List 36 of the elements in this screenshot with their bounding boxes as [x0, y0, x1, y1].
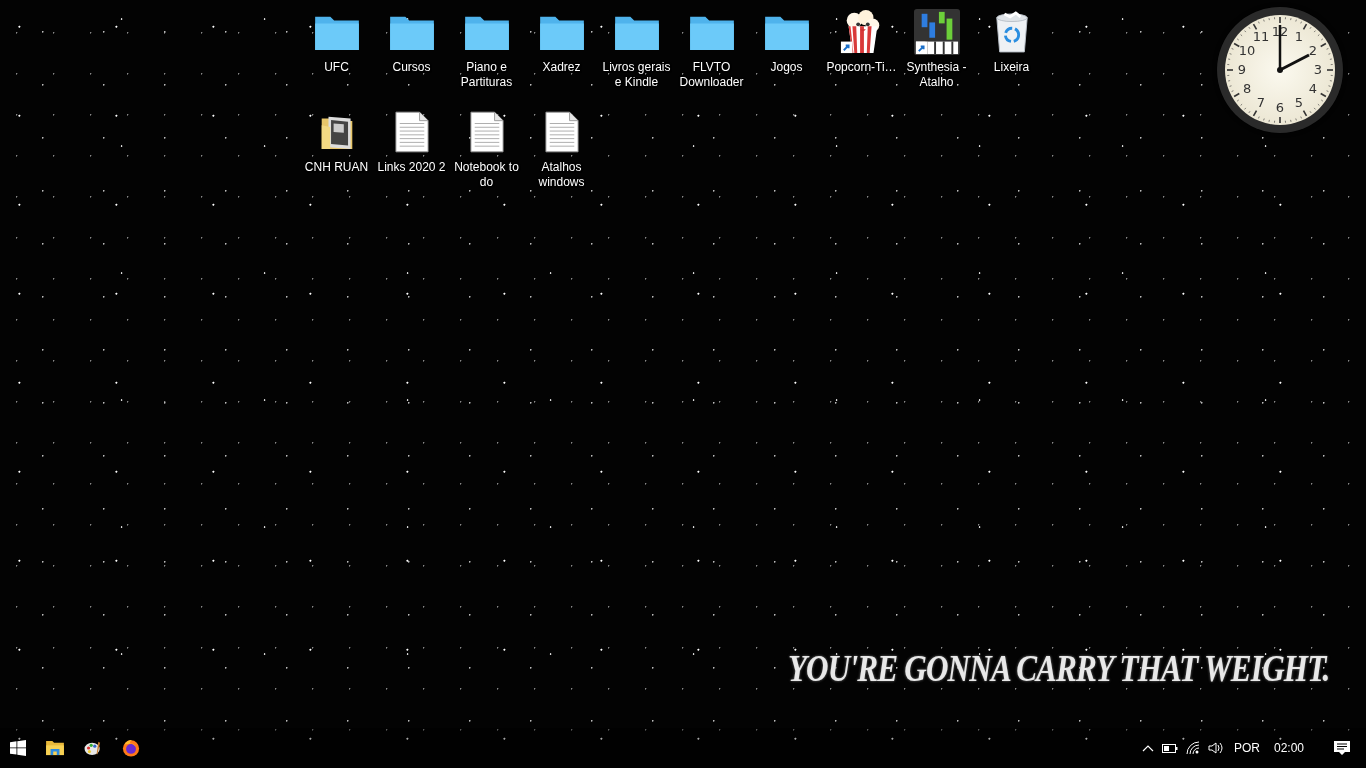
desktop-icon[interactable]: Popcorn-Ti… [824, 6, 899, 106]
wallpaper-caption: YOU'RE GONNA CARRY THAT WEIGHT. [788, 646, 1330, 690]
folder-icon [46, 740, 64, 756]
desktop-icon[interactable]: Xadrez [524, 6, 599, 106]
palette-icon [84, 740, 102, 756]
clock-numeral: 10 [1238, 44, 1256, 58]
desktop-icon[interactable]: Notebook to do [449, 106, 524, 206]
taskbar-clock[interactable]: 02:00 [1265, 728, 1318, 768]
desktop-icon[interactable]: Piano e Partituras [449, 6, 524, 106]
desktop-icon[interactable]: Lixeira [974, 6, 1049, 106]
desktop-icon[interactable]: Livros gerais e Kindle [599, 6, 674, 106]
clock-numeral: 11 [1252, 30, 1270, 45]
desktop-icon[interactable]: Cursos [374, 6, 449, 106]
input-language-button[interactable]: POR [1227, 728, 1266, 768]
clock-numeral: 3 [1313, 63, 1323, 77]
clock-numeral: 8 [1242, 82, 1252, 96]
windows-logo-icon [10, 740, 26, 756]
desktop-icon[interactable]: Synthesia - Atalho [899, 6, 974, 106]
desktop-icon[interactable]: FLVTO Downloader [674, 6, 749, 106]
desktop-icon[interactable]: Links 2020 2 [374, 106, 449, 206]
clock-numeral: 7 [1256, 95, 1266, 110]
firefox-icon [122, 739, 140, 757]
desktop-icon[interactable]: UFC [299, 6, 374, 106]
clock-numeral: 2 [1308, 44, 1318, 58]
text-document-icon [469, 111, 504, 153]
piano-shortcut-icon [913, 9, 960, 55]
clock-numeral: 1 [1294, 30, 1304, 45]
text-document-icon [544, 111, 579, 153]
clock-numeral: 5 [1294, 95, 1304, 110]
clock-numeral: 9 [1237, 63, 1247, 77]
clock-numeral: 6 [1275, 101, 1285, 115]
text-document-icon [394, 111, 429, 153]
desktop-icon[interactable]: CNH RUAN [299, 106, 374, 206]
clock-numeral: 4 [1308, 82, 1318, 96]
desktop-icon[interactable]: Jogos [749, 6, 824, 106]
desktop-icon[interactable]: Atalhos windows [524, 106, 599, 206]
